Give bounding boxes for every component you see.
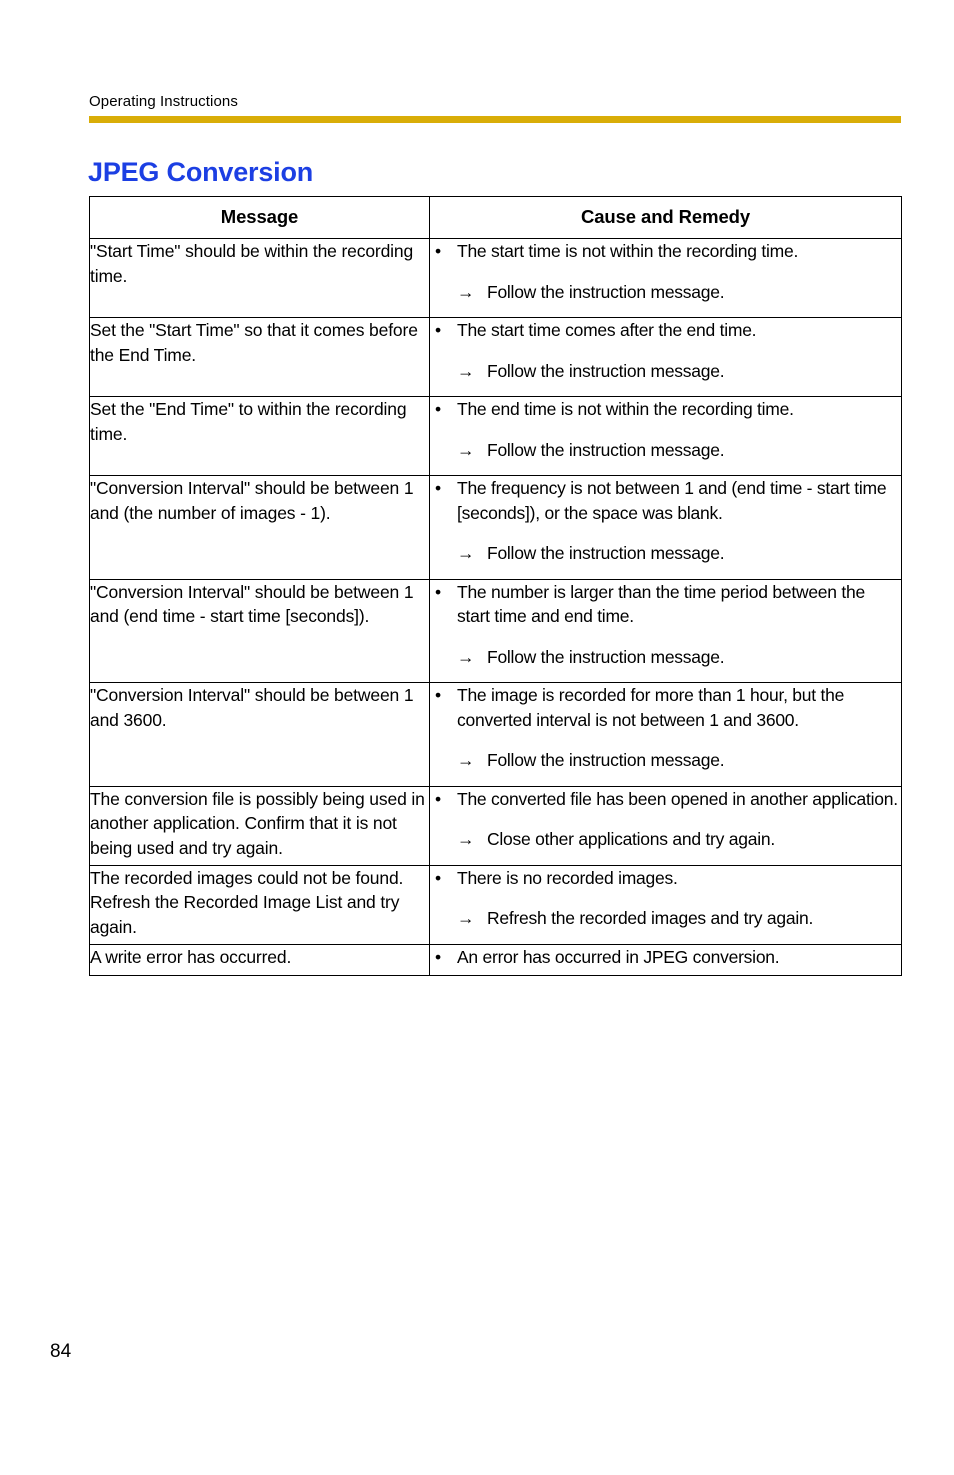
column-header-message: Message bbox=[89, 196, 430, 239]
cell-message: "Conversion Interval" should be between … bbox=[89, 475, 430, 580]
remedy-item: → Follow the instruction message. bbox=[430, 438, 901, 463]
arrow-right-icon: → bbox=[457, 829, 475, 849]
arrow-right-icon: → bbox=[457, 360, 475, 381]
remedy-item: → Follow the instruction message. bbox=[430, 748, 901, 773]
table-row: "Conversion Interval" should be between … bbox=[89, 578, 902, 683]
bullet-icon: • bbox=[435, 788, 441, 809]
cause-bullet-item: • The image is recorded for more than 1 h… bbox=[430, 683, 901, 732]
document-page: Operating Instructions JPEG Conversion M… bbox=[0, 0, 954, 1475]
bullet-icon: • bbox=[435, 399, 441, 419]
remedy-item: → Follow the instruction message. bbox=[430, 359, 901, 384]
cell-message: Set the "End Time" to within the recordi… bbox=[89, 396, 430, 476]
remedy-item: → Refresh the recorded images and try aga… bbox=[430, 906, 901, 931]
cause-text: The number is larger than the time perio… bbox=[457, 581, 865, 627]
bullet-icon: • bbox=[435, 241, 441, 261]
cell-cause-remedy: • The start time comes after the end time… bbox=[429, 317, 902, 397]
table-row: A write error has occurred. • An error has… bbox=[89, 943, 902, 976]
cell-cause-remedy: • There is no recorded images. → Refresh th… bbox=[429, 864, 902, 945]
table-header: Message Cause and Remedy bbox=[89, 196, 902, 239]
remedy-text: Follow the instruction message. bbox=[487, 281, 725, 302]
bullet-icon: • bbox=[435, 867, 441, 888]
cell-cause-remedy: • The image is recorded for more than 1 h… bbox=[429, 682, 902, 787]
remedy-item: → Follow the instruction message. bbox=[430, 280, 901, 305]
cell-message: A write error has occurred. bbox=[89, 943, 430, 976]
table-row: The recorded images could not be found. … bbox=[89, 864, 902, 945]
cause-text: The start time is not within the recordi… bbox=[457, 241, 799, 261]
cell-cause-remedy: • An error has occurred in JPEG conversio… bbox=[429, 943, 902, 976]
table-row: "Conversion Interval" should be between … bbox=[89, 682, 902, 787]
remedy-text: Follow the instruction message. bbox=[487, 543, 725, 563]
table-row: Set the "End Time" to within the recordi… bbox=[89, 396, 902, 476]
remedy-item: → Close other applications and try again. bbox=[430, 827, 901, 852]
cell-message: "Start Time" should be within the record… bbox=[89, 238, 430, 318]
remedy-text: Follow the instruction message. bbox=[487, 750, 725, 770]
cell-cause-remedy: • The converted file has been opened in a… bbox=[429, 785, 902, 866]
cause-bullet-item: • The frequency is not between 1 and (end… bbox=[430, 476, 901, 525]
cell-message: The conversion file is possibly being us… bbox=[89, 785, 430, 866]
cell-message: "Conversion Interval" should be between … bbox=[89, 682, 430, 787]
cause-text: The end time is not within the recording… bbox=[457, 399, 794, 419]
table-body: "Start Time" should be within the record… bbox=[89, 238, 902, 976]
cause-bullet-item: • There is no recorded images. bbox=[430, 866, 901, 891]
arrow-right-icon: → bbox=[457, 646, 475, 667]
cell-message: Set the "Start Time" so that it comes be… bbox=[89, 317, 430, 397]
cause-text: The start time comes after the end time. bbox=[457, 320, 757, 340]
arrow-right-icon: → bbox=[457, 750, 475, 770]
cause-text: The frequency is not between 1 and (end … bbox=[457, 478, 887, 523]
page-title: JPEG Conversion bbox=[88, 157, 314, 188]
cell-cause-remedy: • The number is larger than the time peri… bbox=[429, 578, 902, 683]
table-row: Set the "Start Time" so that it comes be… bbox=[89, 317, 902, 397]
cause-bullet-item: • The number is larger than the time peri… bbox=[430, 580, 901, 629]
arrow-right-icon: → bbox=[457, 908, 475, 928]
table-row: "Start Time" should be within the record… bbox=[89, 238, 902, 318]
bullet-icon: • bbox=[435, 478, 441, 498]
remedy-text: Follow the instruction message. bbox=[487, 360, 725, 381]
cell-message: The recorded images could not be found. … bbox=[89, 864, 430, 945]
table-row: "Conversion Interval" should be between … bbox=[89, 475, 902, 580]
table-header-row: Message Cause and Remedy bbox=[89, 196, 902, 239]
page-number: 84 bbox=[50, 1341, 72, 1362]
cause-bullet-item: • The start time comes after the end time… bbox=[430, 318, 901, 343]
cause-text: The converted file has been opened in an… bbox=[457, 788, 898, 809]
cause-bullet-item: • The start time is not within the record… bbox=[430, 239, 901, 264]
remedy-item: → Follow the instruction message. bbox=[430, 645, 901, 670]
table-row: The conversion file is possibly being us… bbox=[89, 785, 902, 866]
cause-text: An error has occurred in JPEG conversion… bbox=[457, 946, 780, 967]
arrow-right-icon: → bbox=[457, 281, 475, 302]
arrow-right-icon: → bbox=[457, 439, 475, 460]
cause-bullet-item: • The converted file has been opened in a… bbox=[430, 787, 901, 812]
remedy-text: Refresh the recorded images and try agai… bbox=[487, 908, 814, 928]
remedy-item: → Follow the instruction message. bbox=[430, 541, 901, 566]
bullet-icon: • bbox=[435, 581, 441, 602]
bullet-icon: • bbox=[435, 320, 441, 340]
cause-text: There is no recorded images. bbox=[457, 867, 678, 888]
remedy-text: Close other applications and try again. bbox=[487, 829, 775, 849]
cause-text: The image is recorded for more than 1 ho… bbox=[457, 685, 845, 730]
arrow-right-icon: → bbox=[457, 543, 475, 563]
bullet-icon: • bbox=[435, 685, 441, 705]
remedy-text: Follow the instruction message. bbox=[487, 646, 725, 667]
header-rule bbox=[89, 116, 901, 123]
column-header-cause: Cause and Remedy bbox=[429, 196, 902, 239]
cell-cause-remedy: • The end time is not within the recordin… bbox=[429, 396, 902, 476]
cell-message: "Conversion Interval" should be between … bbox=[89, 578, 430, 683]
remedy-text: Follow the instruction message. bbox=[487, 439, 725, 460]
cause-bullet-item: • An error has occurred in JPEG conversio… bbox=[430, 945, 901, 970]
cause-bullet-item: • The end time is not within the recordin… bbox=[430, 397, 901, 422]
cell-cause-remedy: • The start time is not within the record… bbox=[429, 238, 902, 318]
message-table: Message Cause and Remedy "Start Time" sh… bbox=[89, 196, 902, 976]
cell-cause-remedy: • The frequency is not between 1 and (end… bbox=[429, 475, 902, 580]
running-head: Operating Instructions bbox=[89, 93, 238, 110]
bullet-icon: • bbox=[435, 946, 441, 967]
